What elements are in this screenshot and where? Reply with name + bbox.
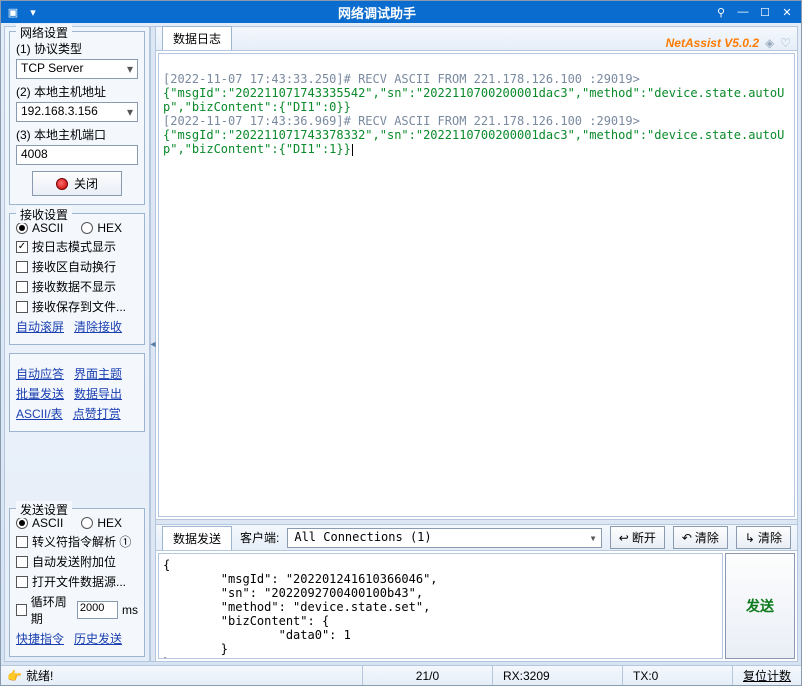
dianzan-link[interactable]: 点赞打赏: [73, 405, 121, 422]
receive-settings-group: 接收设置 ASCII HEX 按日志模式显示 接收区自动换行 接收数据不显示 接…: [9, 213, 145, 345]
minimize-icon[interactable]: —: [735, 5, 751, 19]
log-tab-header: 数据日志 NetAssist V5.0.2 ◈ ♡: [156, 27, 797, 51]
protocol-select[interactable]: TCP Server: [16, 59, 138, 79]
titlebar: ▣ ▾ 网络调试助手 ⚲ — ☐ ✕: [1, 1, 801, 23]
escape-parse-label: 转义符指令解析 ①: [32, 533, 131, 550]
log-line-json: {"msgId":"202211071743378332","sn":"2022…: [163, 128, 784, 156]
close-icon[interactable]: ✕: [779, 5, 795, 19]
disconnect-button[interactable]: ↩断开: [610, 526, 665, 549]
log-mode-label: 按日志模式显示: [32, 238, 116, 255]
recv-ascii-radio[interactable]: [16, 222, 28, 234]
loop-unit-label: ms: [122, 603, 138, 617]
quick-cmd-link[interactable]: 快捷指令: [16, 630, 64, 647]
clear-icon: ↳: [745, 531, 755, 545]
connection-select[interactable]: All Connections (1): [287, 528, 601, 548]
diamond-icon[interactable]: ◈: [765, 36, 774, 50]
status-counter: 21/0: [362, 666, 492, 685]
auto-wrap-check[interactable]: [16, 261, 28, 273]
log-area[interactable]: [2022-11-07 17:43:33.250]# RECV ASCII FR…: [158, 53, 795, 517]
log-line-header: [2022-11-07 17:43:36.969]# RECV ASCII FR…: [163, 114, 640, 128]
clear-left-button[interactable]: ↶清除: [673, 526, 728, 549]
log-line-json: {"msgId":"202211071743335542","sn":"2022…: [163, 86, 784, 114]
tools-group: 自动应答界面主题 批量发送数据导出 ASCII/表点赞打赏: [9, 353, 145, 432]
dropdown-icon[interactable]: ▾: [25, 5, 41, 19]
reset-counter-link[interactable]: 复位计数: [732, 666, 801, 685]
batch-send-link[interactable]: 批量发送: [16, 385, 64, 402]
loop-check[interactable]: [16, 604, 27, 616]
network-settings-group: 网络设置 (1) 协议类型 TCP Server (2) 本地主机地址 192.…: [9, 31, 145, 205]
send-hex-radio[interactable]: [81, 517, 93, 529]
host-label: (2) 本地主机地址: [16, 83, 138, 100]
save-file-label: 接收保存到文件...: [32, 298, 126, 315]
pin-icon[interactable]: ⚲: [713, 5, 729, 19]
send-settings-title: 发送设置: [16, 501, 72, 518]
vertical-splitter[interactable]: [150, 27, 156, 661]
record-icon: [56, 178, 68, 190]
loop-label: 循环周期: [31, 593, 73, 627]
close-connection-button[interactable]: 关闭: [32, 171, 122, 196]
tab-data-log[interactable]: 数据日志: [162, 26, 232, 50]
app-icon: ▣: [5, 5, 21, 19]
right-panel: 数据日志 NetAssist V5.0.2 ◈ ♡ [2022-11-07 17…: [156, 27, 797, 661]
client-label: 客户端:: [240, 529, 279, 546]
window-title: 网络调试助手: [41, 3, 713, 22]
hand-icon: 👉: [7, 669, 22, 683]
content-area: 网络设置 (1) 协议类型 TCP Server (2) 本地主机地址 192.…: [4, 26, 798, 662]
hide-recv-label: 接收数据不显示: [32, 278, 116, 295]
maximize-icon[interactable]: ☐: [757, 5, 773, 19]
send-ascii-label: ASCII: [32, 516, 63, 530]
status-tx: TX:0: [622, 666, 732, 685]
port-input[interactable]: 4008: [16, 145, 138, 165]
status-ready-label: 就绪!: [26, 667, 53, 684]
tab-data-send[interactable]: 数据发送: [162, 526, 232, 550]
send-hex-label: HEX: [97, 516, 122, 530]
auto-scroll-link[interactable]: 自动滚屏: [16, 318, 64, 335]
open-file-check[interactable]: [16, 576, 28, 588]
close-button-label: 关闭: [74, 175, 98, 192]
port-label: (3) 本地主机端口: [16, 126, 138, 143]
host-select[interactable]: 192.168.3.156: [16, 102, 138, 122]
clear-right-button[interactable]: ↳清除: [736, 526, 791, 549]
app-window: ▣ ▾ 网络调试助手 ⚲ — ☐ ✕ 网络设置 (1) 协议类型 TCP Ser…: [0, 0, 802, 686]
clear-recv-link[interactable]: 清除接收: [74, 318, 122, 335]
send-header: 数据发送 客户端: All Connections (1) ↩断开 ↶清除 ↳清…: [156, 525, 797, 551]
open-file-label: 打开文件数据源...: [32, 573, 126, 590]
statusbar: 👉 就绪! 21/0 RX:3209 TX:0 复位计数: [1, 665, 801, 685]
loop-interval-input[interactable]: 2000: [77, 601, 118, 619]
ascii-table-link[interactable]: ASCII/表: [16, 405, 63, 422]
theme-link[interactable]: 界面主题: [74, 365, 122, 382]
text-cursor: [352, 144, 353, 156]
hide-recv-check[interactable]: [16, 281, 28, 293]
log-mode-check[interactable]: [16, 241, 28, 253]
data-export-link[interactable]: 数据导出: [74, 385, 122, 402]
send-button[interactable]: 发送: [725, 553, 795, 659]
left-panel: 网络设置 (1) 协议类型 TCP Server (2) 本地主机地址 192.…: [5, 27, 150, 661]
protocol-label: (1) 协议类型: [16, 40, 138, 57]
disconnect-icon: ↩: [619, 531, 629, 545]
recv-ascii-label: ASCII: [32, 221, 63, 235]
brand-label: NetAssist V5.0.2: [666, 36, 759, 50]
auto-append-label: 自动发送附加位: [32, 553, 116, 570]
log-line-header: [2022-11-07 17:43:33.250]# RECV ASCII FR…: [163, 72, 640, 86]
network-settings-title: 网络设置: [16, 24, 72, 41]
clear-icon: ↶: [682, 531, 692, 545]
send-textarea[interactable]: { "msgId": "202201241610366046", "sn": "…: [158, 553, 723, 659]
status-rx: RX:3209: [492, 666, 622, 685]
auto-append-check[interactable]: [16, 556, 28, 568]
save-file-check[interactable]: [16, 301, 28, 313]
bell-icon[interactable]: ♡: [780, 36, 791, 50]
recv-hex-radio[interactable]: [81, 222, 93, 234]
send-ascii-radio[interactable]: [16, 517, 28, 529]
recv-hex-label: HEX: [97, 221, 122, 235]
receive-settings-title: 接收设置: [16, 206, 72, 223]
history-send-link[interactable]: 历史发送: [74, 630, 122, 647]
escape-parse-check[interactable]: [16, 536, 28, 548]
send-section: 数据发送 客户端: All Connections (1) ↩断开 ↶清除 ↳清…: [156, 525, 797, 661]
auto-wrap-label: 接收区自动换行: [32, 258, 116, 275]
auto-reply-link[interactable]: 自动应答: [16, 365, 64, 382]
send-settings-group: 发送设置 ASCII HEX 转义符指令解析 ① 自动发送附加位 打开文件数据源…: [9, 508, 145, 657]
